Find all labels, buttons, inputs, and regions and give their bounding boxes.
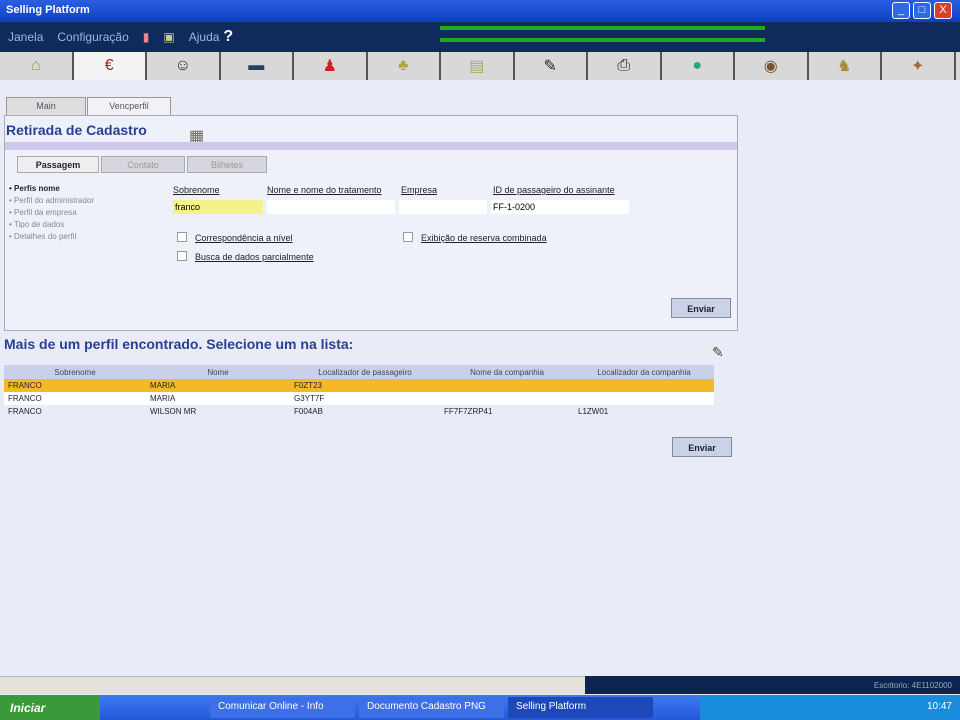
status-indicator: [440, 26, 765, 42]
tools-icon[interactable]: ✎: [515, 52, 588, 80]
euro-icon[interactable]: €: [73, 52, 147, 80]
document-icon[interactable]: ▤: [441, 52, 515, 80]
minimize-button[interactable]: _: [892, 2, 910, 19]
side-item[interactable]: • Tipo de dados: [9, 220, 159, 229]
name-input[interactable]: [267, 200, 395, 214]
menu-janela[interactable]: Janela: [8, 30, 43, 44]
cell: MARIA: [150, 394, 176, 403]
name-label: Nome e nome do tratamento: [267, 185, 382, 195]
search-panel: Retirada de Cadastro ▦ Passagem Contato …: [4, 115, 738, 331]
column-header[interactable]: Localizador de passageiro: [290, 365, 440, 379]
combined-reservation-checkbox[interactable]: [403, 232, 413, 242]
column-header[interactable]: Sobrenome: [4, 365, 146, 379]
cell: [574, 392, 714, 405]
results-heading: Mais de um perfil encontrado. Selecione …: [4, 336, 354, 352]
partial-search-checkbox[interactable]: [177, 251, 187, 261]
table-row[interactable]: FRANCO MARIA F0ZT23: [4, 379, 714, 392]
taskbar-item-active[interactable]: Selling Platform: [508, 697, 653, 718]
column-header[interactable]: Nome: [146, 365, 290, 379]
cell: MARIA: [150, 381, 176, 390]
cell: L1ZW01: [578, 407, 609, 416]
results-table: Sobrenome Nome Localizador de passageiro…: [4, 365, 714, 418]
taskbar-item[interactable]: Documento Cadastro PNG: [359, 697, 504, 718]
passenger-id-input[interactable]: [491, 200, 629, 214]
side-item[interactable]: • Detalhes do perfil: [9, 232, 159, 241]
tab-main[interactable]: Main: [6, 97, 86, 115]
close-button[interactable]: X: [934, 2, 952, 19]
table-header: Sobrenome Nome Localizador de passageiro…: [4, 365, 714, 379]
person-icon[interactable]: ♟: [294, 52, 368, 80]
exact-match-label: Correspondência a nível: [195, 233, 293, 243]
divider: [5, 142, 737, 150]
home-icon[interactable]: ⌂: [0, 52, 74, 80]
cell: WILSON MR: [150, 407, 197, 416]
help-icon[interactable]: ?: [223, 28, 233, 46]
window-title: Selling Platform: [6, 4, 90, 16]
page-title: Retirada de Cadastro: [6, 122, 147, 138]
cell: FF7F7ZRP41: [444, 407, 493, 416]
side-item[interactable]: • Perfil do administrador: [9, 196, 159, 205]
system-tray: 10:47: [700, 695, 960, 720]
partial-search-label: Busca de dados parcialmente: [195, 252, 314, 262]
globe-icon[interactable]: ●: [662, 52, 735, 80]
tab-bilhetes[interactable]: Bilhetes: [187, 156, 267, 173]
table-row[interactable]: FRANCO WILSON MR F004AB FF7F7ZRP41 L1ZW01: [4, 405, 714, 418]
company-input[interactable]: [399, 200, 487, 214]
clock: 10:47: [926, 701, 952, 712]
cell: F004AB: [294, 407, 323, 416]
maximize-button[interactable]: □: [913, 2, 931, 19]
cell: [440, 379, 574, 392]
cell: F0ZT23: [294, 381, 323, 390]
figure-icon[interactable]: ♞: [809, 52, 882, 80]
exit-icon[interactable]: ▣: [163, 30, 174, 44]
company-label: Empresa: [401, 185, 438, 195]
surname-input[interactable]: [173, 200, 263, 214]
cell: FRANCO: [8, 407, 42, 416]
submit-button[interactable]: Enviar: [671, 298, 731, 318]
module-toolbar: ⌂ € ☺ ▬ ♟ ♣ ▤ ✎ ⎙ ● ◉ ♞ ✦: [0, 52, 960, 80]
table-row[interactable]: FRANCO MARIA G3YT7F: [4, 392, 714, 405]
side-item[interactable]: • Perfis nome: [9, 184, 159, 193]
cell: [574, 379, 714, 392]
menu-configuracao[interactable]: Configuração: [57, 30, 128, 44]
tree-icon[interactable]: ♣: [368, 52, 441, 80]
bottom-scroll-area[interactable]: [0, 676, 585, 694]
edit-icon[interactable]: ✎: [712, 344, 724, 361]
passenger-id-label: ID de passageiro do assinante: [493, 185, 615, 195]
stamp-icon[interactable]: ◉: [735, 52, 809, 80]
tab-contato[interactable]: Contato: [101, 156, 185, 173]
status-bar: Escritorio: 4E1102000: [585, 676, 960, 694]
start-button[interactable]: Iniciar: [0, 695, 100, 720]
select-submit-button[interactable]: Enviar: [672, 437, 732, 457]
tab-vencperfil[interactable]: Vencperfil: [87, 97, 171, 115]
taskbar: Iniciar Comunicar Online - Info Document…: [0, 695, 960, 720]
taskbar-item[interactable]: Comunicar Online - Info: [210, 697, 355, 718]
cell: G3YT7F: [294, 394, 325, 403]
cell: FRANCO: [8, 381, 42, 390]
agent-icon[interactable]: ☺: [147, 52, 221, 80]
book-icon[interactable]: ▮: [143, 30, 150, 44]
cell: FRANCO: [8, 394, 42, 403]
side-menu: • Perfis nome • Perfil do administrador …: [9, 184, 159, 244]
menu-ajuda[interactable]: Ajuda: [189, 30, 220, 44]
exact-match-checkbox[interactable]: [177, 232, 187, 242]
side-item[interactable]: • Perfil da empresa: [9, 208, 159, 217]
column-header[interactable]: Localizador da companhia: [574, 365, 714, 379]
car-icon[interactable]: ▬: [221, 52, 294, 80]
surname-label: Sobrenome: [173, 185, 220, 195]
column-header[interactable]: Nome da companhia: [440, 365, 574, 379]
printer-icon[interactable]: ⎙: [588, 52, 662, 80]
title-bar: Selling Platform: [0, 0, 960, 22]
puzzle-icon[interactable]: ✦: [882, 52, 956, 80]
tab-passagem[interactable]: Passagem: [17, 156, 99, 173]
cell: [440, 392, 574, 405]
combined-reservation-label: Exibição de reserva combinada: [421, 233, 547, 243]
